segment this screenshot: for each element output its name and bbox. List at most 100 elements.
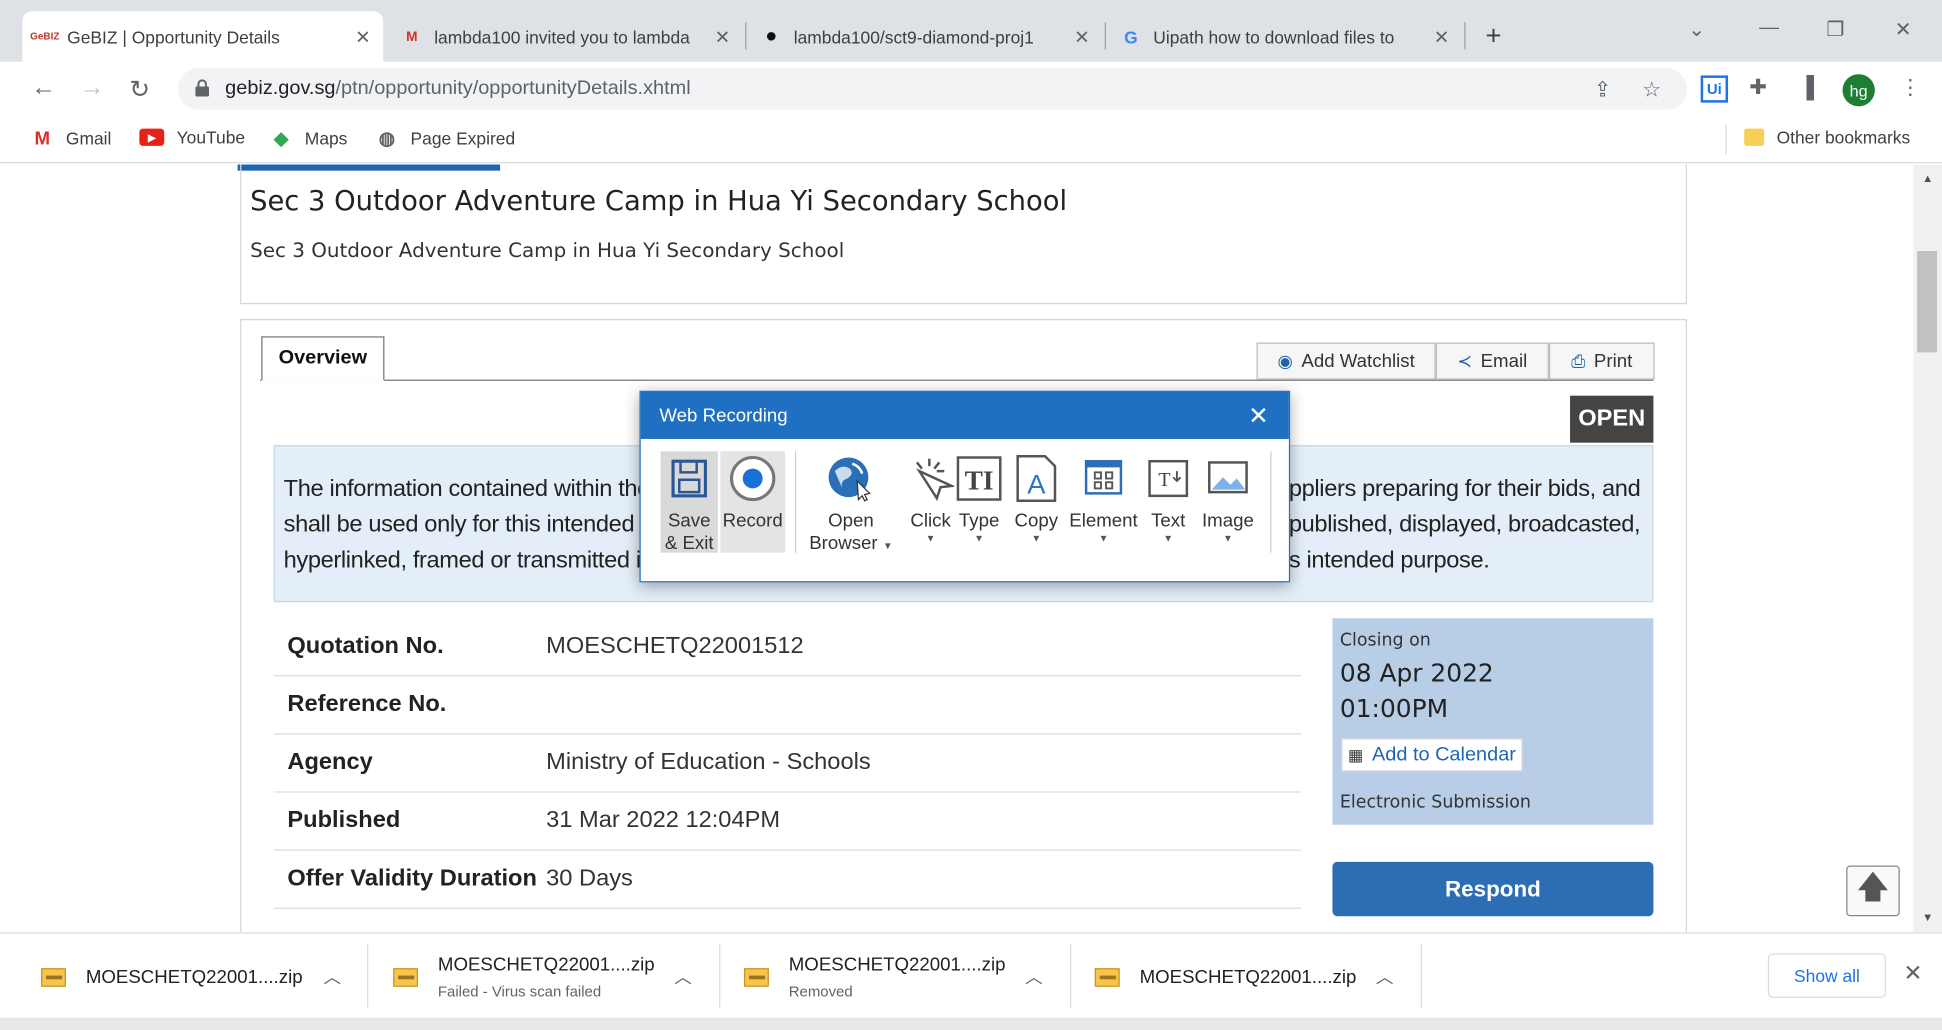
respond-button[interactable]: Respond (1332, 861, 1654, 917)
tab-divider (745, 22, 747, 50)
detail-label: Quotation No. (287, 633, 444, 660)
tab-gmail[interactable]: M lambda100 invited you to lambda ✕ (389, 11, 742, 62)
zip-file-icon (1094, 967, 1120, 987)
opportunity-header: Sec 3 Outdoor Adventure Camp in Hua Yi S… (240, 164, 1687, 305)
uipath-extension-icon[interactable]: Ui (1700, 75, 1729, 103)
print-button[interactable]: ⎙ Print (1548, 342, 1655, 380)
close-icon[interactable]: ✕ (1074, 25, 1090, 48)
browser-toolbar: ← → ↻ gebiz.gov.sg/ptn/opportunity/oppor… (0, 61, 1942, 118)
extensions-icon[interactable]: ✚ (1749, 75, 1767, 100)
save-exit-button[interactable]: Save & Exit (661, 451, 718, 555)
minimize-icon[interactable]: — (1759, 17, 1779, 39)
toolbar-divider (794, 451, 797, 553)
detail-label: Published (287, 807, 401, 834)
menu-icon[interactable]: ⋮ (1900, 75, 1921, 100)
image-button[interactable]: Image ▼ (1198, 451, 1258, 545)
tab-divider (1464, 22, 1466, 50)
download-item[interactable]: MOESCHETQ22001....zip Removed ︿ (743, 934, 1067, 1021)
dropdown-caret: ▼ (925, 532, 936, 545)
detail-value: 31 Mar 2022 12:04PM (546, 807, 781, 834)
chevron-up-icon[interactable]: ︿ (674, 964, 691, 989)
button-label: Open (828, 510, 874, 532)
tab-overview[interactable]: Overview (261, 336, 385, 381)
download-item[interactable]: MOESCHETQ22001....zip ︿ (1094, 934, 1418, 1021)
youtube-icon: ▶ (139, 128, 165, 146)
close-icon[interactable]: ✕ (355, 25, 371, 48)
email-button[interactable]: ≺ Email (1435, 342, 1549, 380)
tab-google[interactable]: G Uipath how to download files to ✕ (1108, 11, 1461, 62)
svg-text:A: A (1027, 468, 1046, 499)
detail-row-agency: Agency Ministry of Education - Schools (273, 734, 1302, 793)
dropdown-caret: ▼ (1098, 532, 1109, 545)
button-label: Image (1201, 510, 1254, 532)
type-button[interactable]: TI Type ▼ (952, 451, 1007, 545)
download-status: Removed (788, 982, 853, 1000)
detail-row-reference: Reference No. (273, 676, 1302, 735)
chevron-up-icon[interactable]: ︿ (1025, 964, 1042, 989)
copy-button[interactable]: A Copy ▼ (1009, 451, 1064, 545)
scroll-down-icon[interactable]: ▼ (1922, 911, 1933, 923)
download-item[interactable]: MOESCHETQ22001....zip Failed - Virus sca… (393, 934, 716, 1021)
add-to-calendar-button[interactable]: ▦ Add to Calendar (1341, 738, 1523, 772)
download-divider (1069, 943, 1072, 1008)
button-label: Save (667, 510, 711, 532)
profile-avatar[interactable]: hg (1842, 74, 1875, 107)
back-icon[interactable]: ← (31, 74, 56, 102)
bookmark-youtube[interactable]: ▶ YouTube (139, 127, 245, 147)
gmail-icon: M (34, 127, 51, 149)
page-scrollbar[interactable]: ▲ ▼ (1913, 164, 1942, 933)
detail-value: MOESCHETQ22001512 (546, 633, 804, 660)
open-browser-button[interactable]: Open Browser ▼ (807, 451, 894, 555)
scroll-up-icon[interactable]: ▲ (1922, 172, 1933, 184)
bookmark-page-expired[interactable]: ◍ Page Expired (376, 127, 515, 150)
bookmark-maps[interactable]: ◆ Maps (270, 127, 347, 150)
tab-gebiz[interactable]: GeBIZ GeBIZ | Opportunity Details ✕ (22, 11, 384, 62)
dropdown-caret: ▼ (1163, 532, 1174, 545)
chevron-up-icon[interactable]: ︿ (323, 964, 340, 989)
close-icon[interactable]: ✕ (715, 25, 731, 48)
button-label: Print (1593, 350, 1633, 372)
other-bookmarks[interactable]: Other bookmarks (1744, 127, 1910, 147)
button-label: & Exit (664, 532, 714, 554)
tab-search-icon[interactable]: ⌄ (1688, 17, 1705, 42)
bookmark-star-icon[interactable]: ☆ (1642, 78, 1661, 103)
download-name: MOESCHETQ22001....zip (437, 953, 655, 975)
bookmarks-bar: M Gmail ▶ YouTube ◆ Maps ◍ Page Expired … (0, 117, 1942, 164)
chevron-up-icon[interactable]: ︿ (1376, 964, 1393, 989)
lock-icon (195, 79, 210, 97)
url-path: /ptn/opportunity/opportunityDetails.xhtm… (335, 77, 691, 99)
scroll-thumb[interactable] (1917, 251, 1938, 353)
share-icon[interactable]: ⇪ (1594, 78, 1612, 103)
submission-type: Electronic Submission (1339, 792, 1531, 813)
dropdown-caret: ▼ (1031, 532, 1042, 545)
add-watchlist-button[interactable]: ◉ Add Watchlist (1256, 342, 1436, 380)
restore-icon[interactable]: ❐ (1826, 17, 1844, 42)
bookmark-label: Gmail (65, 128, 112, 149)
tab-github[interactable]: ● lambda100/sct9-diamond-proj1 ✕ (749, 11, 1102, 62)
reload-icon[interactable]: ↻ (129, 74, 150, 105)
new-tab-button[interactable]: + (1485, 20, 1501, 52)
side-panel-icon[interactable]: ▐ (1799, 75, 1814, 100)
calendar-icon: ▦ (1348, 744, 1364, 764)
notice-line: hyperlinked, framed or transmitted in a (283, 547, 673, 574)
record-button[interactable]: Record (720, 451, 785, 533)
bookmark-label: YouTube (176, 127, 246, 148)
back-to-top-button[interactable]: 🡅 (1846, 865, 1900, 917)
button-label: Element (1069, 510, 1138, 532)
show-all-button[interactable]: Show all (1767, 953, 1887, 998)
address-bar[interactable]: gebiz.gov.sg/ptn/opportunity/opportunity… (177, 68, 1687, 111)
detail-label: Offer Validity Duration (287, 865, 537, 892)
window-bottom-edge (0, 1017, 1942, 1030)
bookmark-gmail[interactable]: M Gmail (31, 127, 112, 149)
gmail-icon: M (406, 29, 418, 44)
window-close-icon[interactable]: ✕ (1895, 17, 1912, 42)
dialog-title: Web Recording (659, 404, 788, 426)
download-name: MOESCHETQ22001....zip (1139, 966, 1357, 988)
forward-icon[interactable]: → (80, 74, 105, 102)
download-item[interactable]: MOESCHETQ22001....zip ︿ (41, 934, 364, 1021)
text-button[interactable]: T Text ▼ (1141, 451, 1196, 545)
close-icon[interactable]: ✕ (1434, 25, 1450, 48)
element-button[interactable]: Element ▼ (1069, 451, 1139, 545)
close-icon[interactable]: ✕ (1903, 961, 1922, 987)
close-icon[interactable]: ✕ (1248, 401, 1269, 432)
